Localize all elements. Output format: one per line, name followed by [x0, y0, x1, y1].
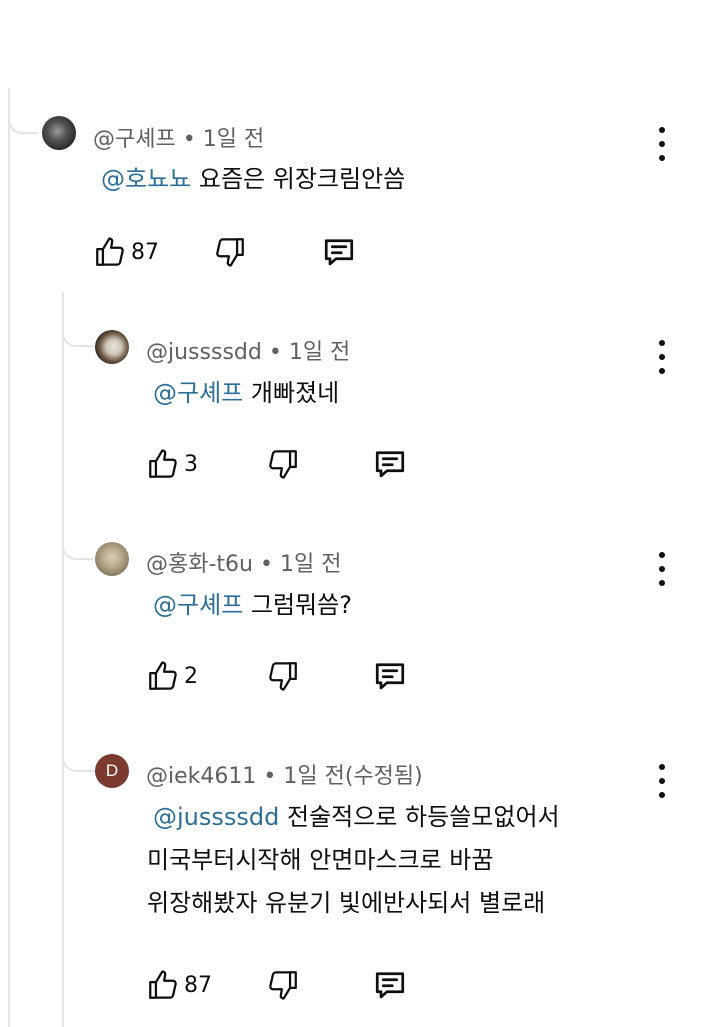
comment-actions: 87 [93, 232, 393, 272]
dislike-button[interactable] [266, 965, 300, 1005]
thumbs-down-icon [266, 658, 300, 694]
like-button[interactable]: 87 [146, 965, 212, 1005]
avatar[interactable] [95, 542, 129, 576]
reply-button[interactable] [372, 656, 408, 696]
like-count: 87 [131, 239, 159, 265]
edited-label: (수정됨) [344, 764, 423, 789]
comment-meta: @iek4611 • 1일 전(수정됨) [146, 758, 423, 790]
meta-separator: • [260, 552, 273, 577]
author-name[interactable]: @jussssdd [146, 340, 262, 365]
thumbs-up-icon [146, 967, 180, 1003]
author-name[interactable]: @구셰프 [93, 127, 176, 152]
like-button[interactable]: 3 [146, 444, 198, 484]
mention-link[interactable]: @구셰프 [153, 591, 243, 619]
thumbs-up-icon [146, 658, 180, 694]
mention-link[interactable]: @jussssdd [153, 803, 279, 831]
meta-separator: • [182, 127, 196, 152]
meta-separator: • [263, 764, 277, 789]
reply-button[interactable] [321, 232, 357, 272]
thread-line [8, 88, 10, 1027]
author-name[interactable]: @홍화-t6u [146, 552, 253, 577]
comment-meta: @홍화-t6u • 1일 전 [146, 546, 341, 578]
comment-time[interactable]: 1일 전 [283, 764, 344, 789]
reply-button[interactable] [372, 965, 408, 1005]
comment-meta: @jussssdd • 1일 전 [146, 334, 350, 366]
thumbs-down-icon [266, 967, 300, 1003]
reply-thread-line [62, 292, 64, 1027]
thumbs-up-icon [146, 446, 180, 482]
more-vert-icon[interactable] [652, 764, 672, 798]
thumbs-down-icon [266, 446, 300, 482]
like-count: 3 [184, 451, 198, 477]
reply-icon [372, 446, 408, 482]
comment-text: @호뇨뇨 요즘은 위장크림안씀 [101, 165, 406, 193]
comment-meta: @구셰프 • 1일 전 [93, 121, 264, 153]
comment-time[interactable]: 1일 전 [280, 552, 341, 577]
more-vert-icon[interactable] [652, 340, 672, 374]
reply-icon [321, 234, 357, 270]
reply-icon [372, 967, 408, 1003]
author-name[interactable]: @iek4611 [146, 764, 256, 789]
like-button[interactable]: 2 [146, 656, 198, 696]
like-count: 2 [184, 663, 198, 689]
mention-link[interactable]: @구셰프 [153, 379, 243, 407]
comment-actions: 87 [146, 965, 446, 1005]
mention-link[interactable]: @호뇨뇨 [101, 165, 191, 193]
thread-connector [62, 523, 94, 560]
reply-icon [372, 658, 408, 694]
thread-connector [8, 100, 38, 134]
like-count: 87 [184, 972, 212, 998]
more-vert-icon[interactable] [652, 552, 672, 586]
comment-text: @구셰프 개빠졌네 [153, 379, 340, 407]
thread-connector [62, 736, 94, 772]
avatar[interactable] [42, 116, 76, 150]
meta-separator: • [268, 340, 282, 365]
dislike-button[interactable] [266, 656, 300, 696]
avatar[interactable] [95, 330, 129, 364]
avatar-letter: D [105, 761, 119, 780]
thumbs-up-icon [93, 234, 127, 270]
reply-button[interactable] [372, 444, 408, 484]
comment-actions: 2 [146, 656, 446, 696]
comment-time[interactable]: 1일 전 [289, 340, 350, 365]
dislike-button[interactable] [213, 232, 247, 272]
avatar[interactable]: D [95, 754, 129, 788]
more-vert-icon[interactable] [652, 127, 672, 161]
comment-time[interactable]: 1일 전 [203, 127, 264, 152]
thread-connector [62, 310, 94, 347]
dislike-button[interactable] [266, 444, 300, 484]
comment-text: @구셰프 그럼뭐씀? [153, 591, 352, 619]
comment-actions: 3 [146, 444, 446, 484]
like-button[interactable]: 87 [93, 232, 159, 272]
comment-text: @jussssdd 전술적으로 하등쓸모없어서 미국부터시작해 안면마스크로 바… [147, 803, 560, 917]
thumbs-down-icon [213, 234, 247, 270]
